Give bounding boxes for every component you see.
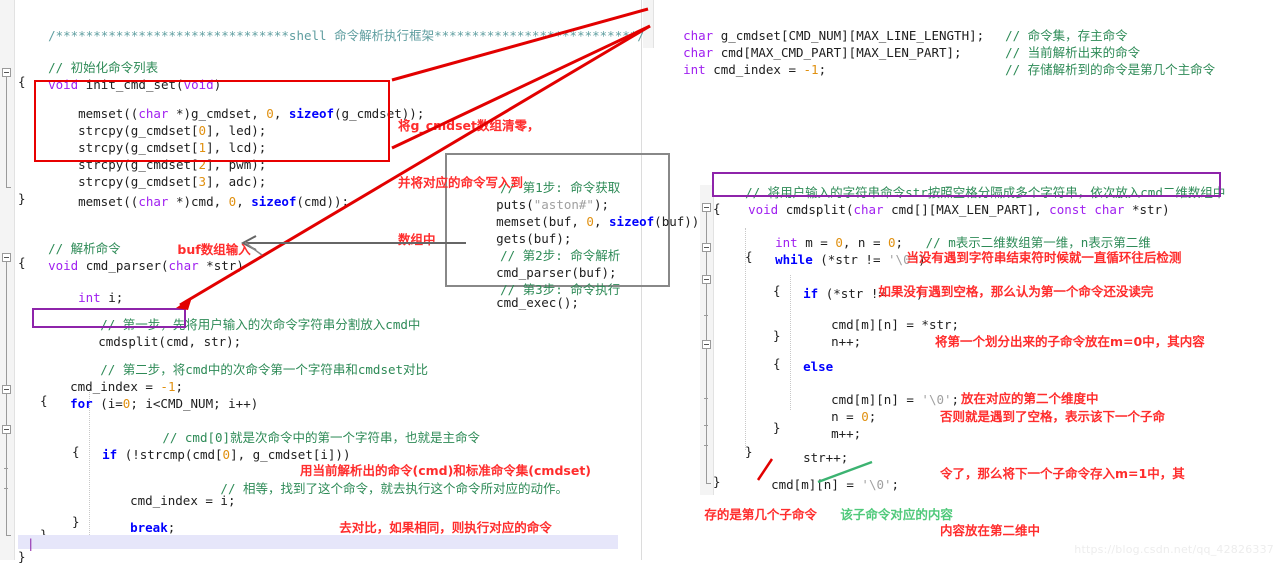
annotation-bottom-red: 存的是第几个子命令 [704,507,817,522]
left-line-if-close: } [72,514,80,529]
right-fold-4[interactable] [702,340,711,349]
left-line-if-open: { [72,444,80,459]
right-fold-1[interactable] [702,203,711,212]
right-line-while-open: { [745,249,753,264]
right-fold-tick-4 [704,445,708,446]
right-fold-tick-2 [704,398,708,399]
cmdsplit-signature-purple-box [712,172,1221,197]
right-fold-tick-3 [704,425,708,426]
annotation-bottom-green: 该子命令对应的内容 [840,507,953,522]
left-gutter[interactable] [0,0,15,560]
fold-line-1 [6,77,7,187]
fold-marker-3[interactable] [2,385,11,394]
left-line-open-parser: { [18,255,26,270]
watermark: https://blog.csdn.net/qq_42826337 [1074,543,1274,556]
fold-tick-2 [4,488,8,489]
left-line-break: break; [130,520,176,535]
decl-line-3: int cmd_index = -1; [683,62,827,77]
left-line-func-close: } [18,549,26,564]
left-line-3: { [18,74,26,89]
right-fold-3[interactable] [702,275,711,284]
cmdsplit-call-purple-box [32,308,186,328]
left-line-cursor: | [27,536,35,551]
fold-marker-2[interactable] [2,253,11,262]
right-line-open: { [713,201,721,216]
decl-comment-3: // 存储解析到的命令是第几个主命令 [1005,62,1216,77]
right-fold-tick-1 [704,315,708,316]
fold-end-1 [6,176,11,188]
right-line-if-open: { [773,283,781,298]
fold-marker-4[interactable] [2,425,11,434]
left-line-for-open: { [40,393,48,408]
init-cmdset-red-box [34,80,390,162]
left-line-close-init: } [18,191,26,206]
right-fold-2[interactable] [702,243,711,252]
annotation-cmdset-clear: 将g_cmdset数组清零， 并将对应的命令写入到 数组中 [398,118,540,247]
annotation-strcmp-note: 用当前解析出的命令(cmd)和标准命令集(cmdset) 去对比，如果相同，则执… [300,463,592,535]
fold-end-2 [6,524,11,536]
right-line-else-open: { [773,356,781,371]
fold-line-2 [6,262,7,535]
fold-tick-1 [4,468,8,469]
screenshot-root: /*******************************shell 命令… [0,0,1280,564]
fold-marker-1[interactable] [2,68,11,77]
right-fold-end-1 [706,472,711,484]
annotation-buf-input: buf数组输入 [177,242,251,257]
